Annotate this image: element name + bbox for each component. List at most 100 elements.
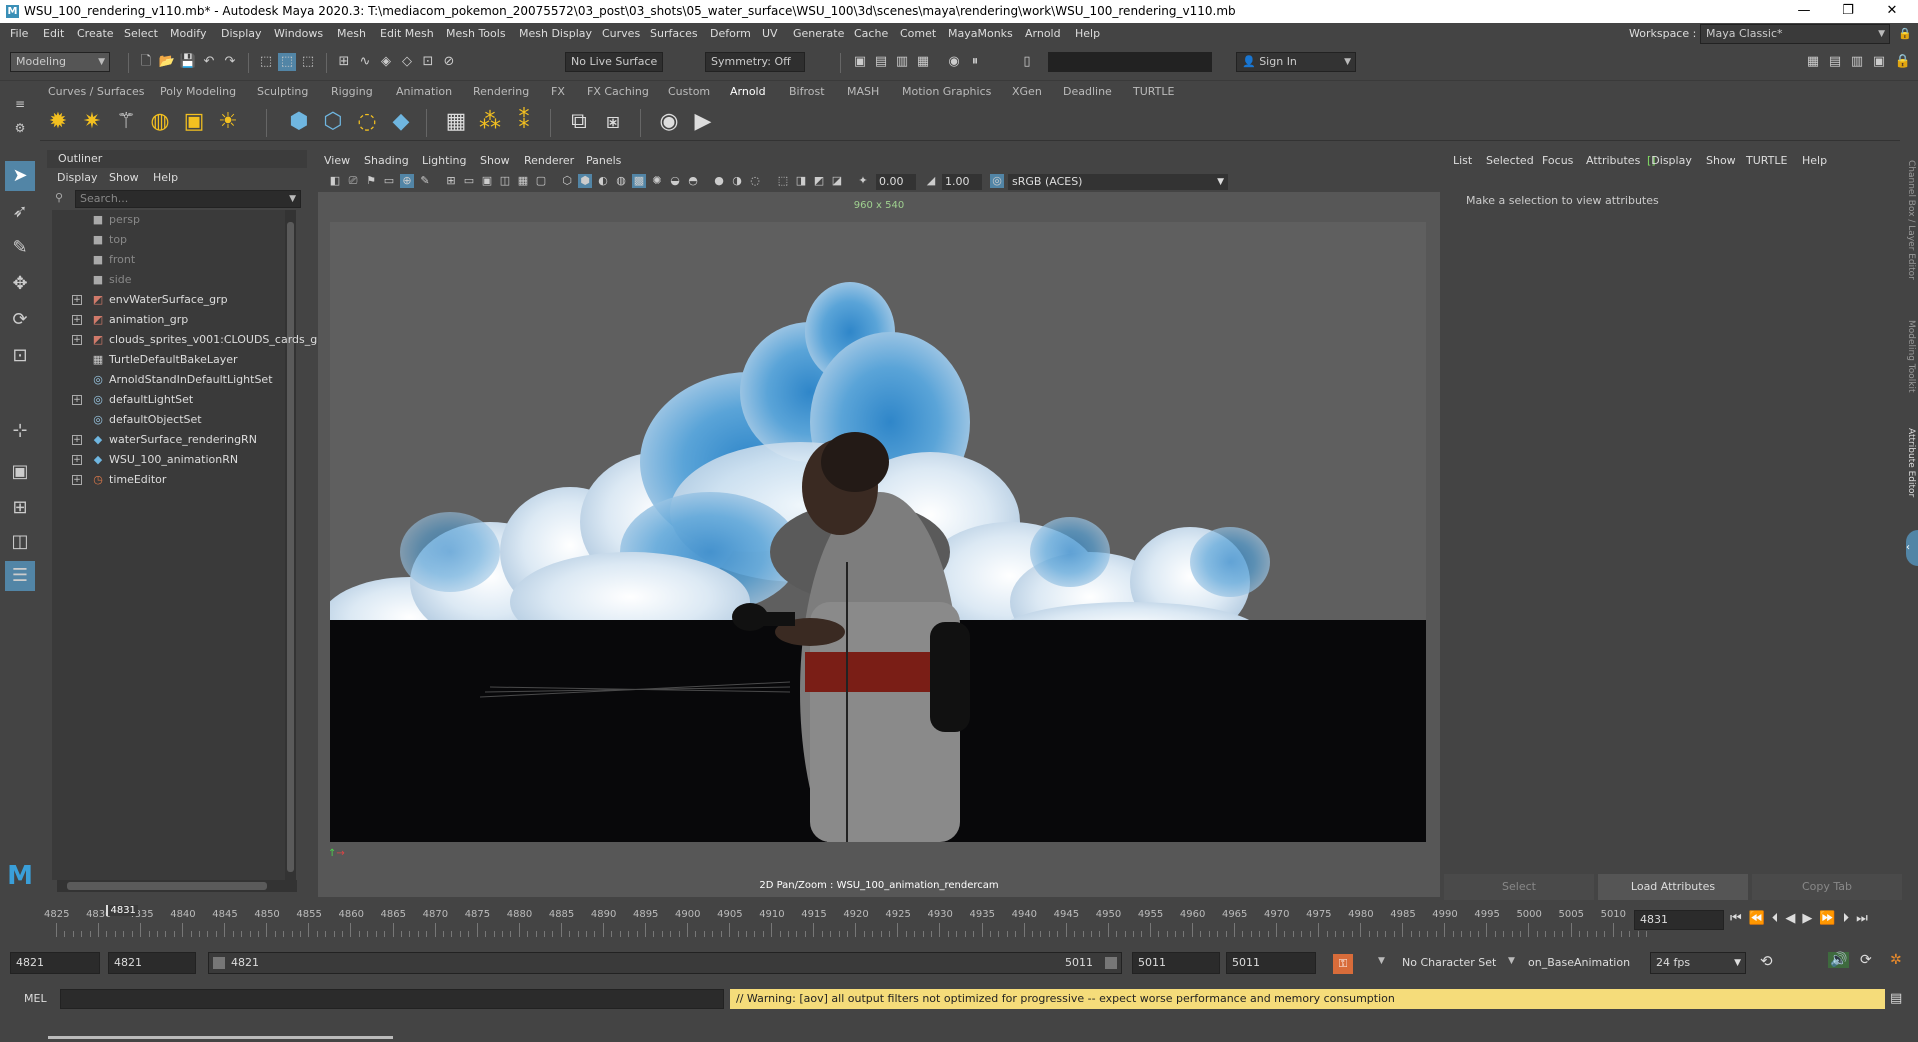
outliner-item[interactable]: + ◎ defaultLightSet <box>52 390 296 410</box>
anim-layer-label[interactable]: on_BaseAnimation <box>1528 952 1630 974</box>
select-hierarchy-icon[interactable]: ⬚ <box>257 53 275 71</box>
attr-menu-list[interactable]: List <box>1453 150 1472 172</box>
animation-end-field[interactable]: 5011 <box>1226 952 1316 974</box>
two-pane-layout-icon[interactable]: ◫ <box>5 527 35 557</box>
side-tab-attribute-editor[interactable]: Attribute Editor <box>1906 428 1916 497</box>
outliner-search-input[interactable]: Search... ▼ <box>75 190 301 208</box>
live-surface-field[interactable]: No Live Surface <box>565 52 663 72</box>
fps-dropdown[interactable]: 24 fps ▼ <box>1650 952 1746 974</box>
viewport-menu-lighting[interactable]: Lighting <box>422 150 466 172</box>
menu-display[interactable]: Display <box>221 23 262 45</box>
last-tool-icon[interactable]: ⊹ <box>5 416 35 446</box>
menu-select[interactable]: Select <box>124 23 158 45</box>
shelf-tab-bifrost[interactable]: Bifrost <box>789 81 825 103</box>
select-object-icon[interactable]: ⬚ <box>278 53 296 71</box>
attr-menu-selected[interactable]: Selected <box>1486 150 1534 172</box>
smooth-shade-icon[interactable]: ⬢ <box>578 174 592 188</box>
step-forward-frame-icon[interactable]: ⏵ <box>1843 911 1857 926</box>
menu-file[interactable]: File <box>10 23 28 45</box>
attr-menu-turtle[interactable]: TURTLE <box>1746 150 1787 172</box>
wireframe-on-shaded-icon[interactable]: ◍ <box>614 174 628 188</box>
tool-settings-icon[interactable]: ▥ <box>1848 53 1866 71</box>
gate-mask-icon[interactable]: ◫ <box>498 174 512 188</box>
xray-joints-icon[interactable]: ◩ <box>812 174 826 188</box>
render-view-icon[interactable]: ▣ <box>851 53 869 71</box>
outliner-item[interactable]: ▦ TurtleDefaultBakeLayer <box>52 350 296 370</box>
attr-menu-attributes[interactable]: Attributes <box>1586 150 1640 172</box>
step-back-frame-icon[interactable]: ⏴ <box>1772 911 1786 926</box>
use-all-lights-icon[interactable]: ✺ <box>650 174 664 188</box>
menu-windows[interactable]: Windows <box>274 23 323 45</box>
range-slider-bar[interactable]: 4821 5011 <box>208 952 1122 974</box>
expand-icon[interactable]: + <box>72 455 82 465</box>
sound-icon[interactable]: 🔊 <box>1828 952 1850 968</box>
range-handle-start[interactable] <box>213 957 225 969</box>
pan-zoom-icon[interactable]: ⊕ <box>400 174 414 188</box>
viewport-menu-shading[interactable]: Shading <box>364 150 409 172</box>
expand-icon[interactable]: + <box>72 295 82 305</box>
outliner-layout-icon[interactable]: ☰ <box>5 561 35 591</box>
side-tab-modeling-toolkit[interactable]: Modeling Toolkit <box>1906 320 1916 393</box>
menu-create[interactable]: Create <box>77 23 114 45</box>
menu-help[interactable]: Help <box>1075 23 1100 45</box>
flush-texture-icon[interactable]: ⁑ <box>510 108 538 136</box>
modeling-toolkit-icon[interactable]: ▦ <box>1804 53 1822 71</box>
mesh-light-icon[interactable]: ✷ <box>78 108 106 136</box>
snap-live-icon[interactable]: ⊡ <box>419 53 437 71</box>
render-view-icon[interactable]: ▦ <box>442 108 470 136</box>
depth-of-field-icon[interactable]: ◌ <box>748 174 762 188</box>
shelf-tab-animation[interactable]: Animation <box>396 81 452 103</box>
filter-icon[interactable]: ⚲ <box>55 191 63 204</box>
play-backward-icon[interactable]: ◀ <box>1785 911 1802 926</box>
playback-end-field[interactable]: 5011 <box>1132 952 1220 974</box>
ipr-render-icon[interactable]: ▥ <box>893 53 911 71</box>
outliner-item[interactable]: + ◩ animation_grp <box>52 310 296 330</box>
viewport-menu-show[interactable]: Show <box>480 150 510 172</box>
open-scene-icon[interactable]: 📂 <box>158 53 176 71</box>
animation-start-field[interactable]: 4821 <box>10 952 100 974</box>
attribute-editor-icon[interactable]: ▤ <box>1826 53 1844 71</box>
menu-edit-mesh[interactable]: Edit Mesh <box>380 23 434 45</box>
input-line-field[interactable] <box>1048 52 1212 72</box>
lasso-tool-icon[interactable]: ➶ <box>5 197 35 227</box>
gamma-field[interactable]: 1.00 <box>942 174 982 190</box>
new-scene-icon[interactable]: 🗋 <box>137 53 155 71</box>
viewport-menu-renderer[interactable]: Renderer <box>524 150 574 172</box>
outliner-horizontal-scrollbar[interactable] <box>57 880 297 892</box>
cache-playback-icon[interactable]: ⟳ <box>1860 952 1872 968</box>
menu-mesh-display[interactable]: Mesh Display <box>519 23 592 45</box>
snap-view-plane-icon[interactable]: ◇ <box>398 53 416 71</box>
photometric-light-icon[interactable]: ⚚ <box>112 108 140 136</box>
safe-action-icon[interactable]: ▢ <box>534 174 548 188</box>
expand-icon[interactable]: + <box>72 475 82 485</box>
textured-icon[interactable]: ▩ <box>632 174 646 188</box>
snap-curve-icon[interactable]: ∿ <box>356 53 374 71</box>
expand-icon[interactable]: + <box>72 395 82 405</box>
range-handle-end[interactable] <box>1105 957 1117 969</box>
animation-prefs-icon[interactable]: ✲ <box>1890 952 1902 968</box>
sign-in-button[interactable]: 👤 Sign In ▼ <box>1236 52 1356 72</box>
image-plane-icon[interactable]: ▭ <box>382 174 396 188</box>
outliner-item[interactable]: ■ top <box>52 230 296 250</box>
select-button[interactable]: Select <box>1444 874 1594 900</box>
lock-icon[interactable]: 🔒 <box>1898 23 1912 45</box>
exposure-icon[interactable]: ✦ <box>856 174 870 188</box>
outliner-item[interactable]: ■ persp <box>52 210 296 230</box>
view-transform-dropdown[interactable]: sRGB (ACES) ▼ <box>1008 174 1228 190</box>
menu-surfaces[interactable]: Surfaces <box>650 23 698 45</box>
restore-button[interactable]: ❐ <box>1826 0 1870 23</box>
menu-curves[interactable]: Curves <box>602 23 640 45</box>
physical-sky-icon[interactable]: ☀ <box>214 108 242 136</box>
arnold-render-icon[interactable]: ◉ <box>945 53 963 71</box>
gamma-icon[interactable]: ◢ <box>924 174 938 188</box>
attr-menu-show[interactable]: Show <box>1706 150 1736 172</box>
grease-pencil-icon[interactable]: ✎ <box>418 174 432 188</box>
minimize-button[interactable]: — <box>1782 0 1826 23</box>
color-management-icon[interactable]: ◎ <box>990 174 1004 188</box>
flush-cache-icon[interactable]: ⁂ <box>476 108 504 136</box>
chevron-down-icon[interactable]: ▼ <box>1508 956 1515 966</box>
sidebar-toggle-icon[interactable]: ▯ <box>1018 53 1036 71</box>
select-tool-icon[interactable]: ➤ <box>5 161 35 191</box>
expand-icon[interactable]: + <box>72 435 82 445</box>
menu-uv[interactable]: UV <box>762 23 778 45</box>
